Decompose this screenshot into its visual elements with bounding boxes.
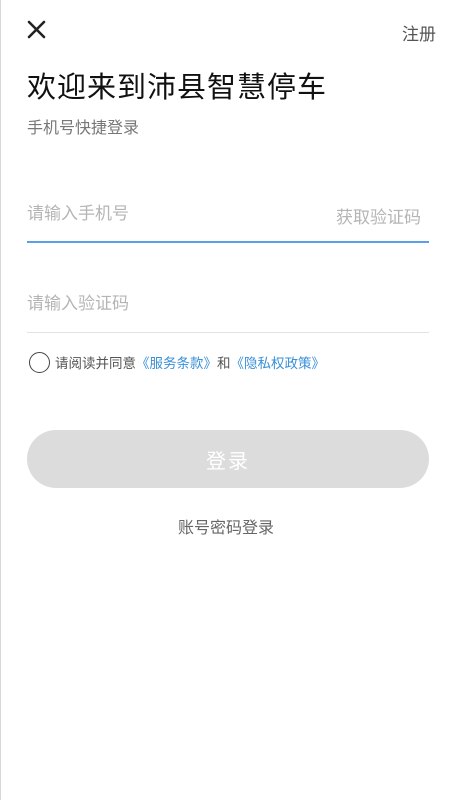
page-title: 欢迎来到沛县智慧停车 xyxy=(27,70,328,104)
login-button[interactable]: 登录 xyxy=(27,430,429,488)
agreement-checkbox[interactable] xyxy=(29,351,50,373)
close-icon xyxy=(27,20,46,39)
code-input[interactable] xyxy=(27,277,307,331)
agreement-prefix: 请阅读并同意 xyxy=(55,356,136,372)
page-subtitle: 手机号快捷登录 xyxy=(27,118,140,137)
phone-field: 获取验证码 xyxy=(27,187,429,243)
login-page: 注册 欢迎来到沛县智慧停车 手机号快捷登录 获取验证码 请阅读并同意 《服务条款… xyxy=(0,0,450,800)
phone-input[interactable] xyxy=(27,187,307,241)
password-login-link[interactable]: 账号密码登录 xyxy=(1,514,450,538)
get-code-button[interactable]: 获取验证码 xyxy=(336,203,421,228)
code-field xyxy=(27,277,429,333)
privacy-link[interactable]: 《隐私权政策》 xyxy=(231,352,326,372)
agreement-row: 请阅读并同意 《服务条款》 和 《隐私权政策》 xyxy=(29,350,325,374)
register-link[interactable]: 注册 xyxy=(402,20,436,45)
terms-link[interactable]: 《服务条款》 xyxy=(136,352,217,372)
close-button[interactable] xyxy=(21,14,53,46)
agreement-connector: 和 xyxy=(217,356,231,372)
